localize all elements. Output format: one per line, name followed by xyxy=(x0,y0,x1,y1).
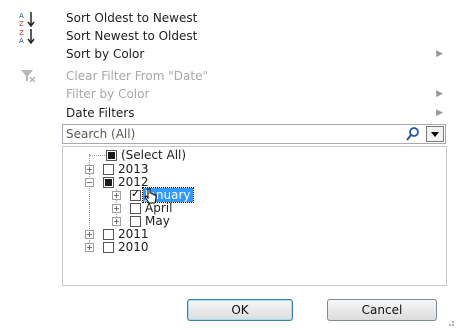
tree-item-january[interactable]: + January xyxy=(112,187,312,203)
menu-item-date-filters[interactable]: Date Filters xyxy=(66,104,446,122)
clear-filter-icon xyxy=(18,66,38,84)
ok-button[interactable]: OK xyxy=(187,299,293,321)
tree-item-2012[interactable]: − 2012 xyxy=(85,175,285,189)
svg-text:Z: Z xyxy=(19,29,24,37)
menu-item-label: Sort by Color xyxy=(66,47,145,61)
menu-item-label: Sort Newest to Oldest xyxy=(66,29,198,43)
tree-item-2013[interactable]: + 2013 xyxy=(85,162,285,176)
expand-icon[interactable]: + xyxy=(85,165,94,174)
submenu-arrow-icon: ▶ xyxy=(436,108,443,118)
search-box[interactable]: Search (All) xyxy=(62,124,446,144)
expand-icon[interactable]: + xyxy=(112,191,121,200)
tree-item-may[interactable]: + May xyxy=(112,214,312,228)
checkbox[interactable] xyxy=(103,229,114,240)
tree-item-april[interactable]: + April xyxy=(112,201,312,215)
submenu-arrow-icon: ▶ xyxy=(436,89,443,99)
checkbox[interactable] xyxy=(130,216,141,227)
expand-icon[interactable]: + xyxy=(85,243,94,252)
svg-text:A: A xyxy=(19,37,24,45)
checkbox[interactable] xyxy=(106,150,117,161)
tree-item-select-all[interactable]: (Select All) xyxy=(103,148,303,162)
checkbox[interactable] xyxy=(103,177,114,188)
sort-ascending-icon: A Z xyxy=(18,10,38,28)
collapse-icon[interactable]: − xyxy=(85,178,94,187)
expand-icon[interactable]: + xyxy=(112,204,121,213)
checkbox[interactable] xyxy=(130,203,141,214)
sort-descending-icon: Z A xyxy=(18,27,38,45)
checkbox[interactable] xyxy=(103,242,114,253)
menu-item-label: Date Filters xyxy=(66,106,135,120)
expand-icon[interactable]: + xyxy=(85,230,94,239)
submenu-arrow-icon: ▶ xyxy=(436,49,443,59)
tree-item-label: 2011 xyxy=(118,227,149,241)
checkbox[interactable] xyxy=(130,187,141,201)
menu-item-clear-filter[interactable]: Clear Filter From "Date" xyxy=(66,67,446,85)
filter-value-tree: (Select All) + 2013 − 2012 + January + A… xyxy=(62,146,447,286)
checkbox[interactable] xyxy=(103,164,114,175)
search-dropdown-button[interactable] xyxy=(426,126,444,142)
resize-grip-icon[interactable] xyxy=(445,316,455,326)
menu-item-label: Filter by Color xyxy=(66,87,150,101)
menu-item-filter-by-color[interactable]: Filter by Color xyxy=(66,85,446,103)
menu-item-label: Sort Oldest to Newest xyxy=(66,11,198,25)
svg-text:A: A xyxy=(19,12,24,20)
filter-dropdown-menu: A Z Z A Sort Oldest to Newest Sort Newes… xyxy=(0,0,457,328)
cancel-button[interactable]: Cancel xyxy=(327,299,437,321)
tree-item-2010[interactable]: + 2010 xyxy=(85,240,285,254)
tree-item-label: (Select All) xyxy=(121,148,187,162)
menu-item-sort-newest-to-oldest[interactable]: Sort Newest to Oldest xyxy=(66,27,446,45)
search-icon[interactable] xyxy=(405,126,421,142)
menu-item-sort-oldest-to-newest[interactable]: Sort Oldest to Newest xyxy=(66,9,446,27)
search-input[interactable]: Search (All) xyxy=(66,125,135,143)
tree-item-2011[interactable]: + 2011 xyxy=(85,227,285,241)
tree-item-label: 2010 xyxy=(118,240,149,254)
expand-icon[interactable]: + xyxy=(112,217,121,226)
menu-item-sort-by-color[interactable]: Sort by Color xyxy=(66,45,446,63)
hand-cursor-icon xyxy=(144,188,158,206)
tree-item-label: 2013 xyxy=(118,162,149,176)
menu-item-label: Clear Filter From "Date" xyxy=(66,69,208,83)
tree-item-label: May xyxy=(145,214,170,228)
